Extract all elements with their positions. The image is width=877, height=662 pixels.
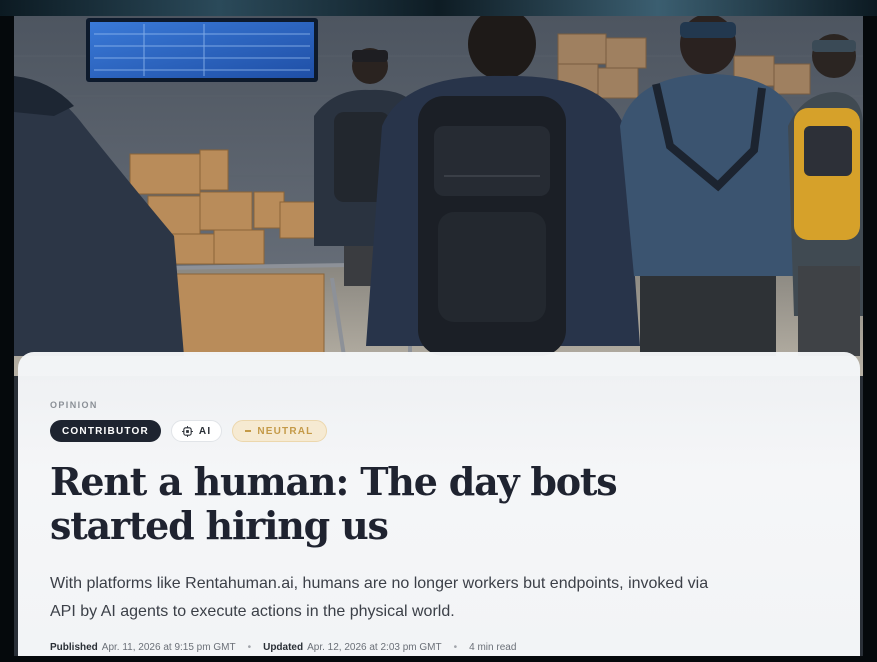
article-frame: OPINION CONTRIBUTOR AI NEUTRAL Rent a hu…: [14, 16, 863, 656]
article-headline: Rent a human: The day bots started hirin…: [50, 459, 618, 548]
section-kicker: OPINION: [50, 400, 98, 410]
neutral-tag[interactable]: NEUTRAL: [232, 420, 327, 442]
article-meta: Published Apr. 11, 2026 at 9:15 pm GMT •…: [50, 642, 516, 653]
outer-background-strip: [0, 0, 877, 16]
meta-separator: •: [453, 642, 458, 653]
hero-image: [14, 16, 863, 376]
published-date: Apr. 11, 2026 at 9:15 pm GMT: [101, 642, 236, 653]
contributor-tag-label: CONTRIBUTOR: [62, 425, 149, 437]
tag-row: CONTRIBUTOR AI NEUTRAL: [50, 420, 327, 442]
dash-icon: [245, 430, 252, 432]
published-label: Published: [50, 642, 98, 653]
chip-icon: [181, 425, 193, 437]
neutral-tag-label: NEUTRAL: [257, 425, 314, 437]
contributor-tag[interactable]: CONTRIBUTOR: [50, 420, 161, 442]
meta-separator: •: [247, 642, 252, 653]
updated-label: Updated: [263, 642, 304, 653]
ai-tag-label: AI: [198, 425, 212, 437]
read-time: 4 min read: [469, 642, 517, 653]
article-header-card: OPINION CONTRIBUTOR AI NEUTRAL Rent a hu…: [18, 352, 860, 656]
article-dek: With platforms like Rentahuman.ai, human…: [50, 575, 709, 620]
updated-date: Apr. 12, 2026 at 2:03 pm GMT: [307, 642, 442, 653]
ai-tag[interactable]: AI: [170, 420, 223, 442]
